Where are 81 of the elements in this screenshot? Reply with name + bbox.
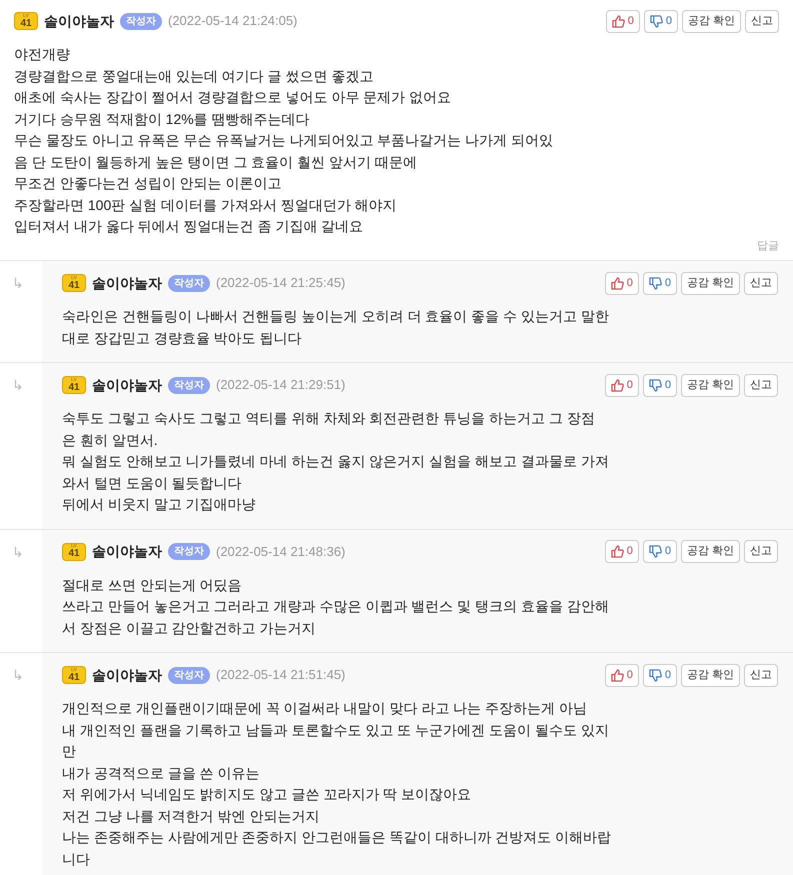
thumbs-up-icon: [612, 14, 625, 28]
empathy-check-button[interactable]: 공감 확인: [682, 10, 741, 32]
empathy-check-button[interactable]: 공감 확인: [680, 272, 740, 294]
comment-line: 무조건 안좋다는건 성립이 안되는 이론이고: [14, 174, 282, 193]
reply-arrow-icon: ↳: [12, 667, 24, 683]
dislike-button[interactable]: 0: [642, 664, 677, 686]
report-button[interactable]: 신고: [744, 272, 778, 294]
reply-arrow-icon: ↳: [12, 275, 24, 291]
comment-line: 내 개인적인 플랜을 기록하고 남들과 토론할수도 있고 또 누군가에겐 도움이 될수도 있지: [62, 720, 609, 740]
author-name[interactable]: 솔이야놀자: [92, 374, 162, 396]
level-number: 41: [20, 18, 32, 28]
comment-date: (2022-05-14 21:48:36): [216, 542, 346, 561]
dislike-button[interactable]: 0: [644, 10, 678, 32]
comment-line: 야전개량: [14, 45, 70, 64]
thumbs-down-icon: [648, 545, 662, 558]
author-badge: 작성자: [168, 666, 210, 684]
thumbs-up-icon: [610, 545, 624, 558]
comment-line: 니다: [62, 850, 90, 868]
like-button[interactable]: 0: [604, 272, 639, 294]
author-badge: 작성자: [168, 376, 210, 394]
comment-date: (2022-05-14 21:29:51): [216, 376, 346, 394]
thumbs-down-icon: [648, 276, 662, 290]
thumbs-up-icon: [610, 668, 624, 682]
report-button[interactable]: 신고: [745, 10, 779, 32]
level-number: 41: [68, 672, 80, 682]
comment-line: 내가 공격적으로 글을 쓴 이유는: [62, 764, 260, 782]
comment-line: 뭐 실험도 안해보고 니가틀렸네 마네 하는건 옳지 않은거지 실험을 해보고 결과물로 가져: [62, 452, 609, 471]
comment-line: 음 단 도탄이 월등하게 높은 탱이면 그 효율이 훨씬 앞서기 때문에: [14, 152, 417, 172]
dislike-button[interactable]: 0: [642, 540, 677, 563]
comment-line: 숙라인은 건핸들링이 나빠서 건핸들링 높이는게 오히려 더 효율이 좋을 수 있는거고 말한: [62, 307, 609, 326]
like-button[interactable]: 0: [604, 540, 639, 563]
comment-line: 저건 그냥 나를 저격한거 밖엔 안되는거지: [62, 806, 320, 826]
dislike-button[interactable]: 0: [642, 272, 677, 294]
level-number: 41: [68, 382, 80, 392]
level-number: 41: [68, 280, 80, 290]
like-button[interactable]: 0: [604, 374, 639, 396]
comment-line: 개인적으로 개인플랜이기때문에 꼭 이걸써라 내말이 맞다 라고 나는 주장하는게 아님: [62, 699, 588, 718]
comment-date: (2022-05-14 21:25:45): [216, 274, 346, 292]
author-name[interactable]: 솔이야놀자: [92, 272, 162, 294]
comment-line: 경량결합으로 쭝얼대는애 있는데 여기다 글 썼으면 좋겠고: [14, 66, 374, 86]
empathy-check-button[interactable]: 공감 확인: [680, 540, 740, 563]
level-number: 41: [68, 549, 80, 559]
comment-line: 나는 존중해주는 사람에게만 존중하지 안그런애들은 똑같이 대하니까 건방져도 이해바랍: [62, 828, 612, 847]
thumbs-down-icon: [650, 14, 663, 28]
empathy-check-button[interactable]: 공감 확인: [680, 374, 740, 396]
comment-line: 숙투도 그렇고 숙사도 그렇고 역티를 위해 차체와 회전관련한 튜닝을 하는거고 그 장점: [62, 409, 595, 428]
reply-arrow-icon: ↳: [12, 544, 24, 560]
comment-date: (2022-05-14 21:51:45): [216, 666, 346, 684]
comment-line: 입터져서 내가 옳다 뒤에서 찡얼대는건 좀 기집애 갈네요: [14, 217, 364, 236]
thumbs-up-icon: [610, 378, 624, 392]
author-badge: 작성자: [168, 543, 210, 560]
like-button[interactable]: 0: [606, 10, 640, 32]
comment-line: 뒤에서 비웃지 말고 기집애마냥: [62, 495, 256, 514]
thumbs-up-icon: [610, 276, 624, 290]
comment-line: 주장할라면 100판 실험 데이터를 가져와서 찡얼대던가 해야지: [14, 196, 397, 214]
dislike-button[interactable]: 0: [642, 374, 677, 396]
like-button[interactable]: 0: [604, 664, 639, 686]
author-badge: 작성자: [168, 274, 210, 292]
report-button[interactable]: 신고: [744, 540, 778, 563]
comment-line: 와서 털면 도움이 될듯합니다: [62, 474, 242, 492]
thumbs-down-icon: [648, 378, 662, 392]
comment-line: 쓰라고 만들어 놓은거고 그러라고 개량과 수많은 이큅과 밸런스 및 탱크의 효율을 감안해: [62, 597, 609, 616]
report-button[interactable]: 신고: [744, 664, 778, 686]
comment-line: 저 위에가서 닉네임도 밝히지도 않고 글쓴 꼬라지가 딱 보이잖아요: [62, 785, 472, 804]
author-name[interactable]: 솔이야놀자: [92, 541, 162, 562]
comment-line: 절대로 쓰면 안되는게 어딨음: [62, 576, 242, 594]
author-badge: 작성자: [120, 12, 162, 30]
comment-line: 대로 장갑믿고 경량효율 박아도 됩니다: [62, 328, 302, 348]
thumbs-down-icon: [648, 668, 662, 682]
comment-line: 만: [62, 742, 76, 761]
comment-date: (2022-05-14 21:24:05): [168, 12, 298, 30]
comment-line: 거기다 승무원 적재함이 12%를 땜빵해주는데다: [14, 110, 310, 128]
author-name[interactable]: 솔이야놀자: [44, 10, 114, 32]
author-name[interactable]: 솔이야놀자: [92, 664, 162, 686]
comment-line: 무슨 물장도 아니고 유폭은 무슨 유폭날거는 나게되어있고 부품나갈거는 나가게 되어있: [14, 131, 554, 150]
report-button[interactable]: 신고: [744, 374, 778, 396]
reply-arrow-icon: ↳: [12, 377, 24, 393]
comment-line: 애초에 숙사는 장갑이 쩔어서 경량결합으로 넣어도 아무 문제가 없어요: [14, 88, 452, 107]
comment-line: 서 장점은 이끌고 감안할건하고 가는거지: [62, 618, 316, 638]
comment-line: 은 훤히 알면서.: [62, 430, 158, 450]
empathy-check-button[interactable]: 공감 확인: [680, 664, 740, 686]
